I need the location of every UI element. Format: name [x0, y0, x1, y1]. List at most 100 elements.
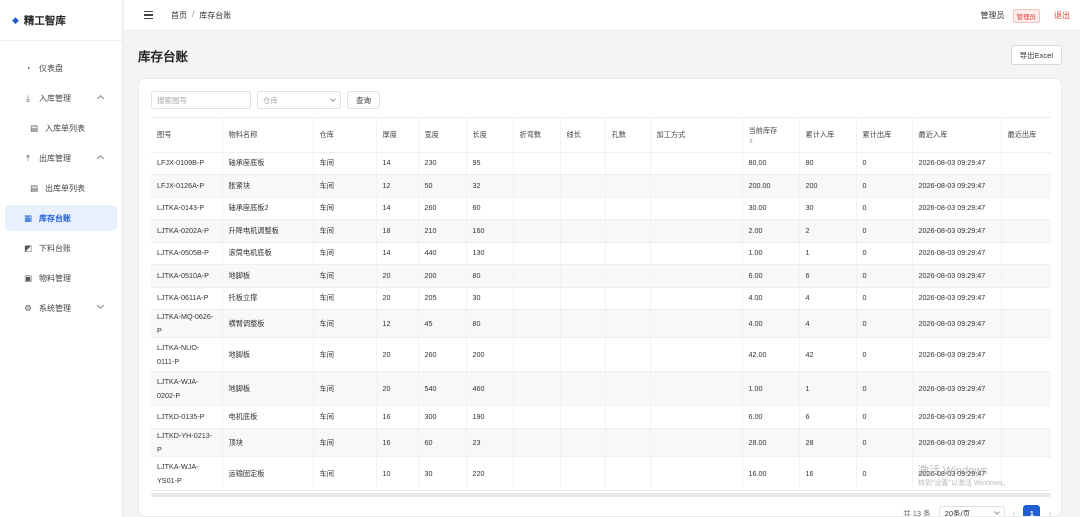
sidebar-item-inbound-list[interactable]: ▤ 入库单列表 — [5, 115, 117, 141]
table-cell: 460 — [466, 371, 514, 407]
table-cell — [513, 174, 561, 198]
breadcrumb-home[interactable]: 首页 — [171, 10, 187, 21]
brand-title: 精工智库 — [23, 14, 66, 27]
column-header: 孔数 — [605, 118, 651, 153]
total-count: 共 13 条 — [903, 509, 931, 517]
table-cell: 0 — [856, 152, 913, 175]
table-cell: 23 — [466, 428, 514, 458]
table-cell: 12 — [376, 174, 419, 198]
table-cell: 20 — [376, 264, 419, 288]
sidebar-item-inbound[interactable]: ⤓ 入库管理 — [5, 85, 117, 111]
table-cell — [513, 309, 561, 339]
table-cell: 42 — [799, 337, 857, 373]
table-cell: 80 — [466, 264, 514, 288]
table-cell: LJTKA-0143-P — [151, 197, 223, 220]
table-cell: 190 — [466, 405, 514, 429]
sidebar-item-cutting-ledger[interactable]: ◩ 下料台账 — [5, 235, 117, 261]
table-cell: LJTKA-0611A-P — [151, 287, 223, 310]
table-cell: 顶块 — [222, 428, 314, 458]
inventory-table: 图号 物料名称 仓库 厚度 宽度 长度 折弯数 线长 孔数 加工方式 当前库存 … — [151, 117, 1051, 493]
table-cell: LFJX-0126A-P — [151, 174, 223, 198]
gauge-icon: ◔ — [25, 63, 31, 73]
column-header: 折弯数 — [513, 118, 561, 153]
table-cell: 260 — [418, 337, 467, 373]
sidebar-item-dashboard[interactable]: ◔ 仪表盘 — [5, 55, 117, 81]
table-cell — [605, 197, 651, 220]
column-header-label: 当前库存 — [748, 126, 778, 136]
table-cell: 16 — [376, 405, 419, 429]
download-icon: ⤓ — [26, 92, 30, 103]
table-cell — [650, 264, 743, 288]
ledger-icon: ▦ — [23, 212, 33, 223]
sidebar-item-inventory-ledger[interactable]: ▦ 库存台账 — [5, 205, 117, 231]
table-cell: 车间 — [313, 264, 377, 288]
query-button[interactable]: 查询 — [347, 91, 380, 109]
sort-icon[interactable]: ⇕ — [749, 139, 793, 145]
table-cell: 0 — [856, 174, 913, 198]
table-cell — [560, 287, 606, 310]
table-cell: 220 — [466, 456, 514, 492]
table-cell: 车间 — [313, 197, 377, 220]
table-cell: 32 — [466, 174, 514, 198]
column-header-sortable[interactable]: 当前库存 ⇕ — [742, 118, 800, 153]
table-cell: 28.00 — [742, 428, 800, 458]
table-cell: LJTKA-WJA-YS01-P — [151, 456, 223, 492]
table-cell: 2026-08-03 09:29:47 — [912, 197, 1002, 220]
table-cell: 80 — [799, 152, 857, 175]
table-cell — [1001, 152, 1051, 175]
page-size-select[interactable]: 20条/页 — [938, 505, 1005, 516]
sidebar-item-label: 库存台账 — [39, 213, 71, 223]
warehouse-select[interactable]: 仓库 — [257, 91, 341, 109]
brand[interactable]: ◆ 精工智库 — [0, 0, 122, 41]
menu-toggle-icon[interactable] — [144, 11, 153, 19]
table-cell: 0 — [856, 287, 913, 310]
table-cell — [560, 405, 606, 429]
table-cell — [650, 287, 743, 310]
column-header: 图号 — [151, 118, 223, 153]
table-cell: 80 — [466, 309, 514, 339]
sidebar-item-system[interactable]: ⚙ 系统管理 — [5, 295, 117, 321]
table-cell — [605, 428, 651, 458]
table-cell — [560, 309, 606, 339]
table-cell: 2026-08-03 09:29:47 — [912, 152, 1002, 175]
column-header: 累计出库 — [856, 118, 913, 153]
column-header: 仓库 — [313, 118, 377, 153]
table-cell — [513, 456, 561, 492]
table-cell: 0 — [856, 264, 913, 288]
prev-page-button[interactable]: ‹ — [1013, 509, 1016, 516]
logout-link[interactable]: 退出 — [1054, 10, 1070, 21]
table-cell: 滚筒电机底板 — [222, 242, 314, 265]
table-cell: 2026-08-03 09:29:47 — [912, 405, 1002, 429]
sidebar-item-label: 下料台账 — [39, 243, 71, 253]
table-row: LJTKD-0135-P 电机底板 车间 16 300 190 6.00 6 0 2026-08-… — [151, 405, 1051, 429]
table-row: LJTKA-0505B-P 滚筒电机底板 车间 14 440 130 1.00 1 0 2026-… — [151, 242, 1051, 265]
next-page-button[interactable]: › — [1048, 509, 1051, 516]
sidebar-item-outbound-list[interactable]: ▤ 出库单列表 — [5, 175, 117, 201]
column-header: 厚度 — [376, 118, 419, 153]
username: 管理员 — [980, 11, 1005, 20]
horizontal-scrollbar[interactable] — [151, 493, 1051, 497]
table-cell — [513, 428, 561, 458]
sidebar: ◆ 精工智库 ◔ 仪表盘 ⤓ 入库管理 ▤ 入库单列表 ⤒ 出库管理 ▤ 出库单… — [0, 0, 123, 517]
table-cell: 2026-08-03 09:29:47 — [912, 174, 1002, 198]
inventory-card: 搜索图号 仓库 查询 图号 物料名称 仓库 厚度 宽度 长度 折弯数 线长 孔数… — [138, 78, 1062, 517]
table-cell: 60 — [466, 197, 514, 220]
sidebar-item-label: 出库管理 — [39, 153, 71, 163]
sidebar-item-label: 入库单列表 — [45, 123, 85, 133]
document-icon: ▤ — [29, 182, 39, 193]
table-cell — [560, 264, 606, 288]
sidebar-item-materials[interactable]: ▣ 物料管理 — [5, 265, 117, 291]
table-cell: 电机底板 — [222, 405, 314, 429]
sidebar-item-outbound[interactable]: ⤒ 出库管理 — [5, 145, 117, 171]
page-number-current[interactable]: 1 — [1023, 505, 1041, 516]
table-cell: 160 — [466, 219, 514, 243]
table-cell: 2 — [799, 219, 857, 243]
table-row: LJTKA-0611A-P 托板立撑 车间 20 205 30 4.00 4 0 2026-08-… — [151, 287, 1051, 310]
search-drawing-input[interactable]: 搜索图号 — [151, 91, 251, 109]
export-excel-button[interactable]: 导出Excel — [1010, 45, 1062, 65]
table-cell: 1 — [799, 242, 857, 265]
column-header: 最近出库 — [1001, 118, 1051, 153]
table-cell — [605, 371, 651, 407]
table-cell: 地脚板 — [222, 264, 314, 288]
table-cell: 0 — [856, 197, 913, 220]
